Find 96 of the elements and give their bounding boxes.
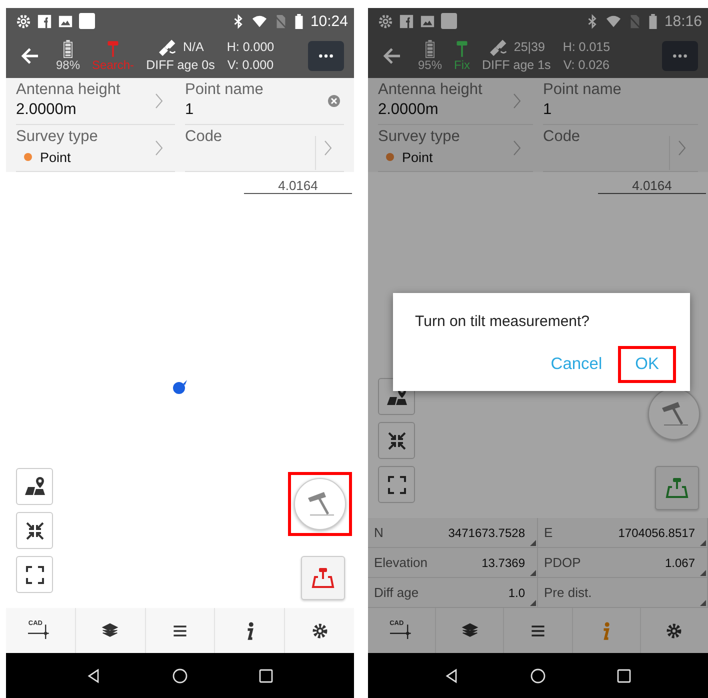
more-icon bbox=[672, 54, 688, 58]
recents-icon[interactable] bbox=[616, 668, 632, 684]
field-value: 2.0000m bbox=[378, 101, 438, 119]
chevron-icon bbox=[678, 140, 686, 156]
stake-button[interactable] bbox=[301, 556, 345, 600]
map-scale: 4.0164 bbox=[244, 178, 352, 194]
corner-icon bbox=[530, 540, 536, 546]
chevron-icon bbox=[155, 93, 163, 109]
data-value: 1.067 bbox=[664, 556, 695, 570]
corner-icon bbox=[700, 540, 706, 546]
battery-percent: 95% bbox=[418, 58, 442, 72]
stakeout-icon bbox=[311, 566, 335, 590]
battery-percent: 98% bbox=[56, 58, 80, 72]
battery-icon bbox=[294, 14, 304, 28]
field-label: Code bbox=[543, 128, 582, 146]
data-label: N bbox=[374, 525, 384, 540]
field-label: Point name bbox=[543, 81, 622, 99]
data-label: Diff age bbox=[374, 585, 419, 600]
image-icon bbox=[58, 14, 73, 28]
form-field[interactable]: Antenna height 2.0000m bbox=[378, 78, 533, 125]
vertical-precision: V: 0.000 bbox=[227, 57, 274, 74]
map-scale: 4.0164 bbox=[598, 178, 706, 194]
battery-icon bbox=[648, 14, 658, 28]
field-label: Antenna height bbox=[16, 81, 122, 99]
data-value: 1704056.8517 bbox=[618, 526, 695, 540]
stakeout-icon bbox=[665, 476, 689, 500]
tilt-button[interactable] bbox=[648, 388, 700, 440]
rtk-status: Search- bbox=[92, 58, 134, 72]
field-label: Survey type bbox=[16, 128, 99, 146]
diff-age: DIFF age 1s bbox=[482, 57, 551, 74]
battery-icon bbox=[61, 40, 76, 58]
wifi-icon bbox=[252, 14, 268, 28]
field-value: 2.0000m bbox=[16, 101, 76, 119]
data-value: 3471673.7528 bbox=[448, 526, 525, 540]
chevron-icon bbox=[513, 93, 521, 109]
corner-icon bbox=[700, 570, 706, 576]
data-label: E bbox=[544, 525, 553, 540]
map-locate-button[interactable] bbox=[16, 468, 53, 505]
data-value: 1.0 bbox=[508, 586, 525, 600]
chevron-icon bbox=[155, 140, 163, 156]
rtk-status: Fix bbox=[454, 58, 470, 72]
home-icon[interactable] bbox=[172, 668, 188, 684]
horizontal-precision: H: 0.000 bbox=[226, 39, 274, 56]
stake-button[interactable] bbox=[655, 466, 699, 510]
facebook-icon bbox=[399, 14, 414, 28]
form-field[interactable]: Point name 1 bbox=[185, 78, 344, 125]
field-value: Point bbox=[40, 150, 71, 164]
data-value: 13.7369 bbox=[482, 556, 525, 570]
field-value: Point bbox=[402, 150, 433, 164]
clock: 10:24 bbox=[310, 12, 348, 30]
more-button[interactable] bbox=[662, 41, 698, 71]
form-field[interactable]: Antenna height 2.0000m bbox=[16, 78, 175, 125]
settings-icon bbox=[16, 14, 31, 28]
diff-age: DIFF age 0s bbox=[146, 57, 215, 74]
clear-icon[interactable] bbox=[328, 95, 340, 107]
vertical-precision: V: 0.026 bbox=[563, 57, 610, 74]
horizontal-precision: H: 0.015 bbox=[562, 39, 610, 56]
back-arrow-icon[interactable] bbox=[20, 46, 40, 66]
wifi-icon bbox=[606, 14, 622, 28]
form-field[interactable]: Point name 1 bbox=[543, 78, 698, 125]
status-dot bbox=[386, 153, 394, 161]
field-value: 1 bbox=[185, 101, 194, 119]
clock: 18:16 bbox=[664, 12, 702, 30]
corner-icon bbox=[530, 600, 536, 606]
data-label: PDOP bbox=[544, 555, 581, 570]
full-extent-button[interactable] bbox=[378, 466, 415, 503]
field-value: 1 bbox=[543, 101, 552, 119]
image-icon bbox=[420, 14, 435, 28]
chevron-icon bbox=[513, 140, 521, 156]
corner-icon bbox=[530, 570, 536, 576]
satellite-count: N/A bbox=[183, 39, 204, 56]
notification-icon bbox=[441, 13, 457, 29]
field-label: Survey type bbox=[378, 128, 461, 146]
shrink-button[interactable] bbox=[378, 422, 415, 459]
notification-icon bbox=[79, 13, 95, 29]
dialog-message: Turn on tilt measurement? bbox=[415, 313, 591, 330]
home-icon[interactable] bbox=[530, 668, 546, 684]
status-dot bbox=[24, 153, 32, 161]
tilt-button[interactable] bbox=[294, 478, 346, 530]
settings-icon bbox=[378, 14, 393, 28]
more-icon bbox=[318, 54, 334, 58]
shrink-button[interactable] bbox=[16, 512, 53, 549]
data-label: Pre dist. bbox=[544, 585, 592, 600]
chevron-icon bbox=[324, 140, 332, 156]
field-label: Point name bbox=[185, 81, 264, 99]
corner-icon bbox=[700, 600, 706, 606]
field-label: Code bbox=[185, 128, 224, 146]
field-label: Antenna height bbox=[378, 81, 484, 99]
facebook-icon bbox=[37, 14, 52, 28]
more-button[interactable] bbox=[308, 41, 344, 71]
battery-icon bbox=[423, 40, 438, 58]
back-arrow-icon[interactable] bbox=[382, 46, 402, 66]
recents-icon[interactable] bbox=[258, 668, 274, 684]
satellite-count: 25|39 bbox=[514, 39, 545, 56]
data-label: Elevation bbox=[374, 555, 428, 570]
full-extent-button[interactable] bbox=[16, 556, 53, 593]
